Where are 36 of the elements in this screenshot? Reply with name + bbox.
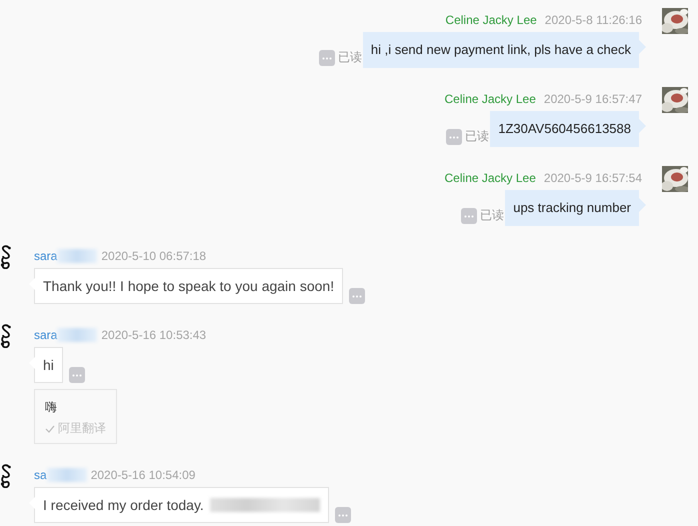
timestamp: 2020-5-16 10:53:43 bbox=[101, 328, 206, 342]
sender-name: Celine Jacky Lee bbox=[445, 13, 537, 27]
timestamp: 2020-5-9 16:57:47 bbox=[544, 92, 642, 106]
bubble-tail bbox=[639, 40, 646, 54]
more-icon[interactable] bbox=[461, 208, 478, 224]
timestamp: 2020-5-10 06:57:18 bbox=[101, 249, 206, 263]
timestamp: 2020-5-8 11:26:16 bbox=[544, 13, 642, 27]
message-text: Thank you!! I hope to speak to you again soon! bbox=[43, 278, 334, 294]
sender-name: sa bbox=[34, 468, 47, 482]
more-icon[interactable] bbox=[446, 128, 462, 144]
read-status: 已读 bbox=[480, 207, 504, 224]
sender-name: Celine Jacky Lee bbox=[444, 92, 536, 106]
check-icon bbox=[45, 424, 55, 432]
bubble-tail bbox=[639, 119, 646, 133]
sender-name: Celine Jacky Lee bbox=[444, 171, 536, 185]
translation-source: 阿里翻译 bbox=[58, 420, 106, 437]
timestamp: 2020-5-16 10:54:09 bbox=[90, 468, 196, 482]
read-status: 已读 bbox=[465, 128, 490, 145]
avatar-icon bbox=[0, 324, 12, 348]
message-bubble: 1Z30AV560456613588 bbox=[490, 111, 639, 147]
translation-text: 嗨 bbox=[45, 399, 58, 416]
more-icon[interactable] bbox=[318, 50, 335, 66]
bubble-tail bbox=[639, 198, 646, 212]
sender-name: sara bbox=[34, 249, 58, 263]
message-text: I received my order today. bbox=[43, 497, 204, 513]
avatar-icon bbox=[0, 464, 12, 488]
more-icon[interactable] bbox=[68, 367, 85, 383]
read-status: 已读 bbox=[338, 49, 362, 66]
timestamp: 2020-5-9 16:57:54 bbox=[544, 171, 642, 185]
message-bubble: ups tracking number bbox=[505, 190, 639, 226]
message-text: hi bbox=[43, 357, 54, 373]
message-bubble: hi ,i send new payment link, pls have a check bbox=[362, 32, 639, 68]
more-icon[interactable] bbox=[334, 507, 351, 523]
sender-name: sara bbox=[34, 328, 58, 342]
more-icon[interactable] bbox=[349, 288, 366, 304]
avatar-icon bbox=[0, 245, 12, 269]
